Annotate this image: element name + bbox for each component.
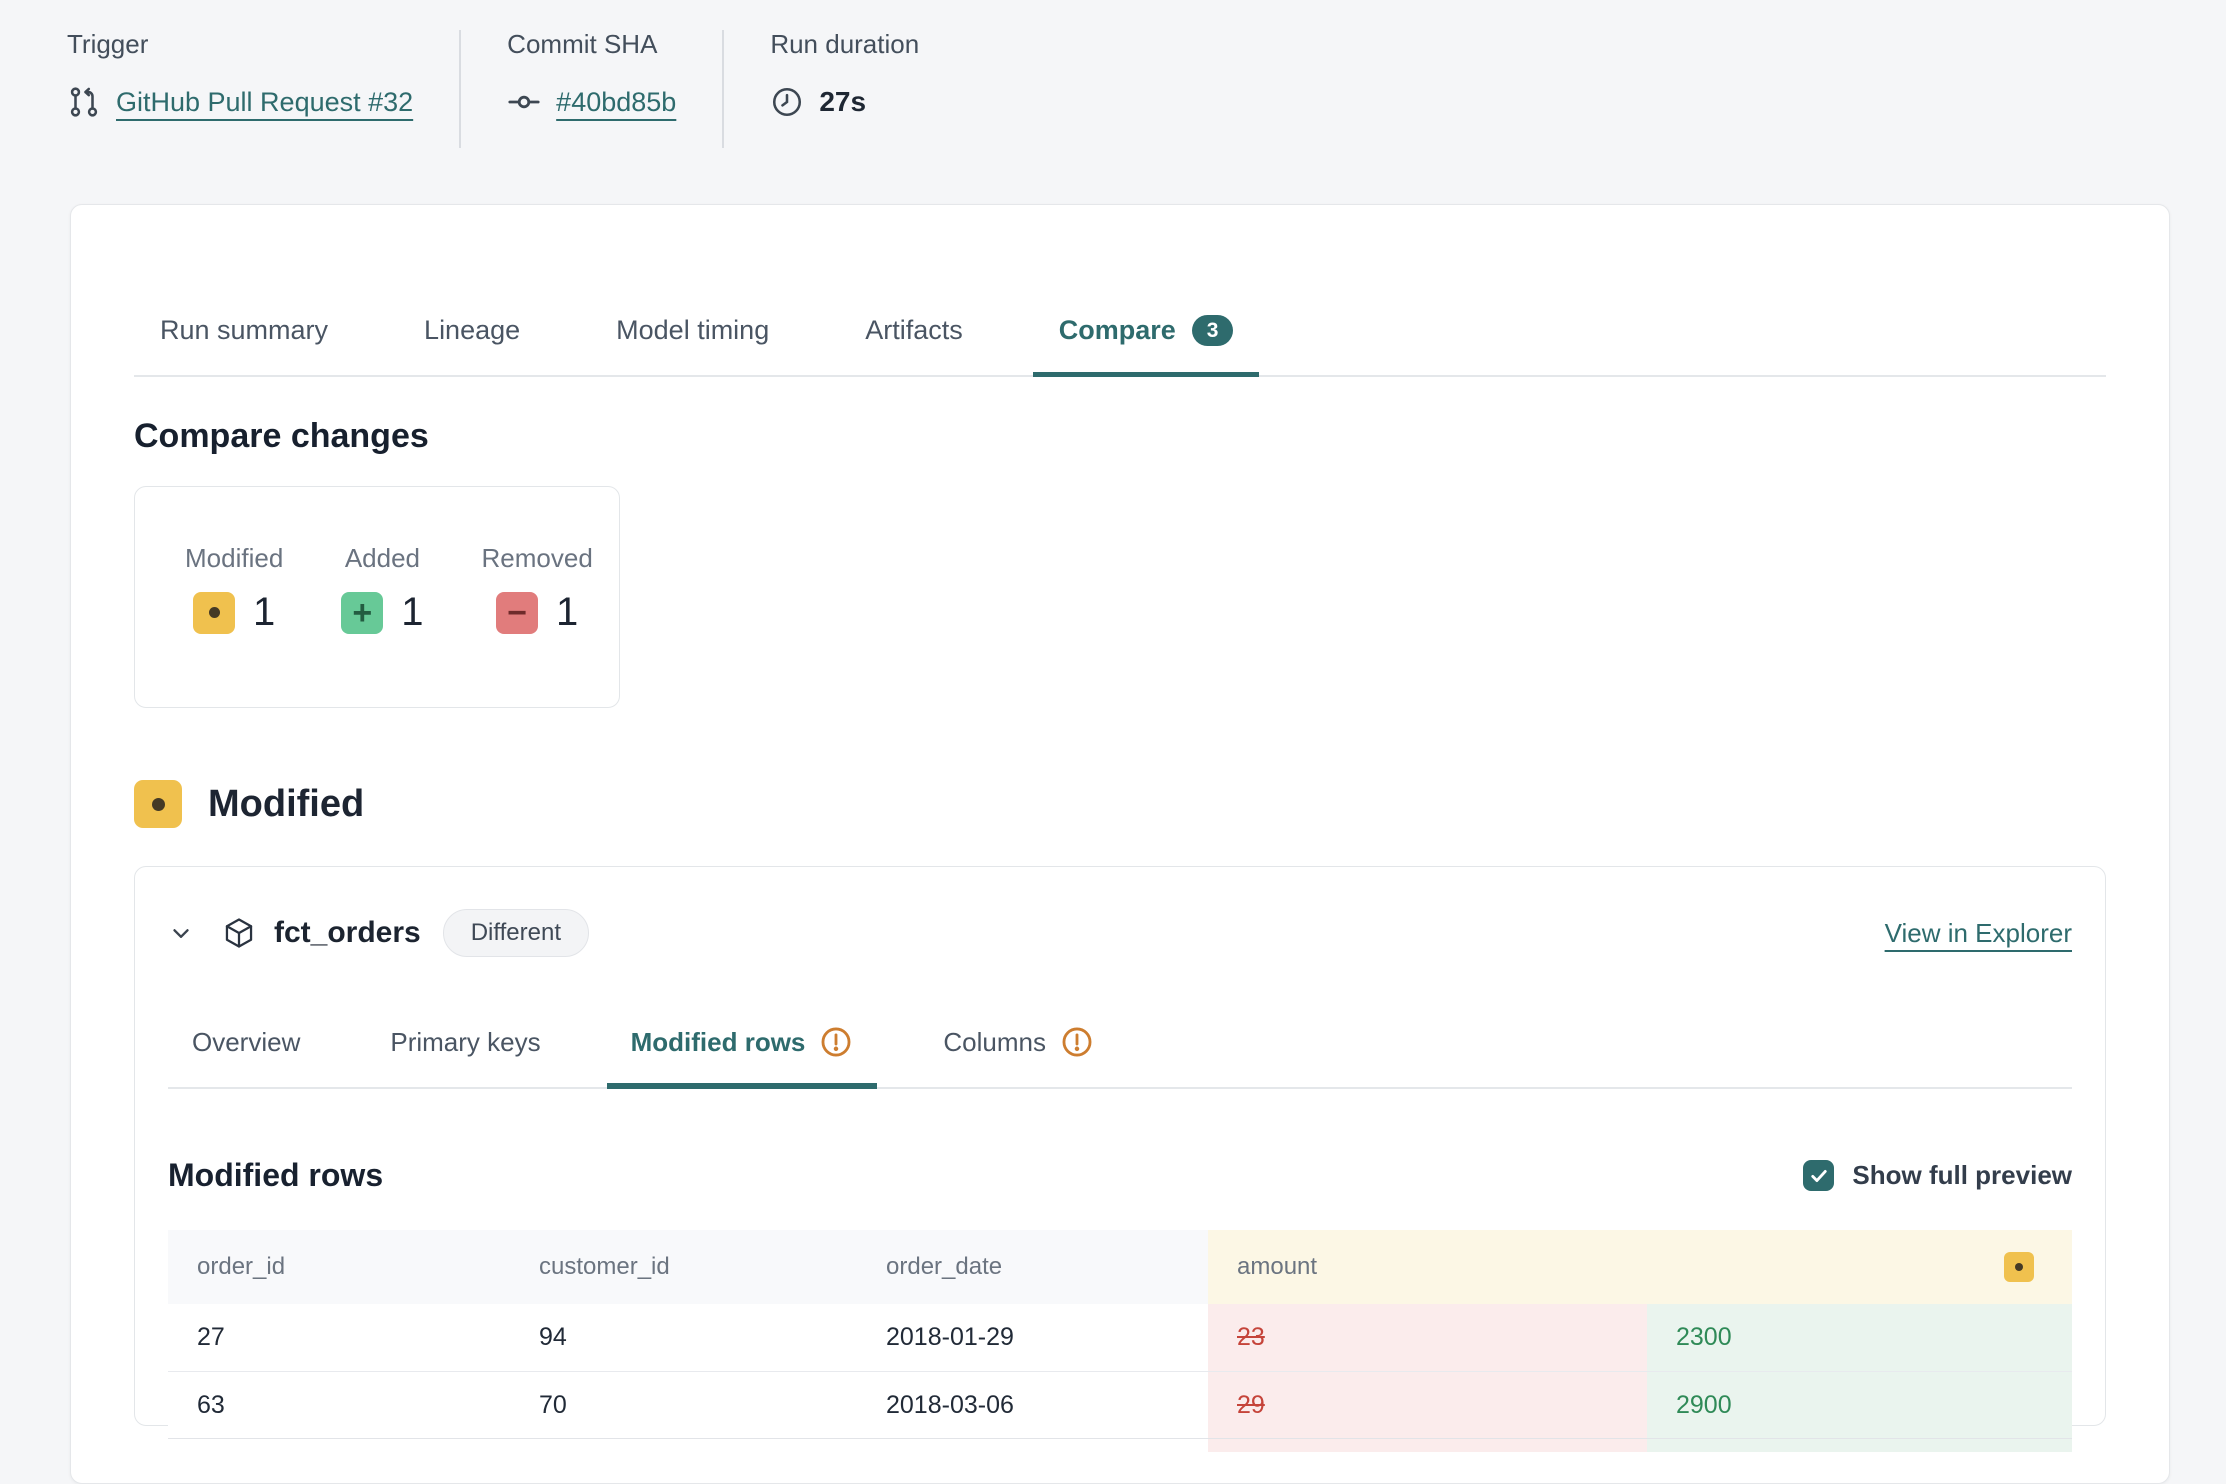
cell-amount-new: 2900 bbox=[1647, 1372, 2072, 1438]
cell-order-date: 2018-03-06 bbox=[857, 1372, 1208, 1438]
table-header-row: order_id customer_id order_date amount bbox=[168, 1230, 2072, 1304]
table-row: 27 94 2018-01-29 23 2300 bbox=[168, 1304, 2072, 1371]
column-header: order_date bbox=[857, 1230, 1208, 1304]
modified-icon bbox=[2004, 1252, 2034, 1282]
stat-removed: Removed − 1 bbox=[482, 543, 593, 707]
run-tabs: Run summary Lineage Model timing Artifac… bbox=[134, 301, 2106, 377]
removed-icon: − bbox=[496, 592, 538, 634]
column-header: customer_id bbox=[510, 1230, 857, 1304]
removed-count: 1 bbox=[556, 590, 578, 635]
added-count: 1 bbox=[401, 590, 423, 635]
table-row-clipped bbox=[168, 1438, 2072, 1452]
tab-compare[interactable]: Compare 3 bbox=[1033, 301, 1260, 377]
modified-section-title: Modified bbox=[208, 783, 364, 826]
tab-modified-rows[interactable]: Modified rows bbox=[607, 1001, 878, 1089]
column-header: order_id bbox=[168, 1230, 510, 1304]
tab-overview[interactable]: Overview bbox=[168, 1001, 324, 1089]
checkbox-checked-icon[interactable] bbox=[1803, 1160, 1834, 1191]
warning-icon bbox=[1060, 1025, 1094, 1059]
added-icon: + bbox=[341, 592, 383, 634]
cell-order-id: 63 bbox=[168, 1372, 510, 1438]
modified-icon bbox=[193, 592, 235, 634]
trigger-label: Trigger bbox=[67, 28, 413, 60]
modified-count: 1 bbox=[253, 590, 275, 635]
column-header-amount: amount bbox=[1208, 1230, 2072, 1304]
duration-value: 27s bbox=[819, 86, 866, 118]
commit-label: Commit SHA bbox=[507, 28, 676, 60]
stat-added: Added + 1 bbox=[341, 543, 423, 707]
table-row: 63 70 2018-03-06 29 2900 bbox=[168, 1371, 2072, 1438]
page-title: Compare changes bbox=[134, 417, 2106, 456]
cell-customer-id: 70 bbox=[510, 1372, 857, 1438]
model-name: fct_orders bbox=[274, 916, 421, 950]
clock-icon bbox=[770, 85, 804, 119]
status-badge: Different bbox=[443, 909, 589, 957]
cell-amount-old: 23 bbox=[1208, 1304, 1647, 1371]
view-in-explorer-link[interactable]: View in Explorer bbox=[1885, 918, 2072, 949]
chevron-down-icon[interactable] bbox=[168, 920, 194, 946]
run-meta-header: Trigger GitHub Pull Request #32 Commit S… bbox=[0, 0, 2226, 148]
model-header-row: fct_orders Different View in Explorer bbox=[168, 905, 2072, 961]
commit-column: Commit SHA #40bd85b bbox=[507, 28, 676, 124]
warning-icon bbox=[819, 1025, 853, 1059]
show-full-preview-toggle[interactable]: Show full preview bbox=[1803, 1160, 2072, 1191]
header-divider bbox=[722, 30, 724, 148]
duration-column: Run duration 27s bbox=[770, 28, 919, 124]
modified-section-header: Modified bbox=[134, 780, 2106, 828]
cell-amount-old: 29 bbox=[1208, 1372, 1647, 1438]
cell-order-date: 2018-01-29 bbox=[857, 1304, 1208, 1371]
model-tabs: Overview Primary keys Modified rows Colu… bbox=[168, 1001, 2072, 1089]
toggle-label: Show full preview bbox=[1852, 1160, 2072, 1191]
modified-rows-table: order_id customer_id order_date amount 2… bbox=[168, 1230, 2072, 1452]
tab-lineage[interactable]: Lineage bbox=[398, 301, 546, 377]
trigger-link[interactable]: GitHub Pull Request #32 bbox=[116, 87, 413, 118]
model-compare-card: fct_orders Different View in Explorer Ov… bbox=[134, 866, 2106, 1426]
stat-modified: Modified 1 bbox=[185, 543, 283, 707]
model-cube-icon bbox=[222, 916, 256, 950]
commit-link[interactable]: #40bd85b bbox=[556, 87, 676, 118]
tab-primary-keys[interactable]: Primary keys bbox=[366, 1001, 564, 1089]
commit-icon bbox=[507, 85, 541, 119]
cell-customer-id: 94 bbox=[510, 1304, 857, 1371]
change-stats-card: Modified 1 Added + 1 Removed − 1 bbox=[134, 486, 620, 708]
preview-title: Modified rows bbox=[168, 1157, 383, 1194]
pull-request-icon bbox=[67, 85, 101, 119]
trigger-column: Trigger GitHub Pull Request #32 bbox=[67, 28, 413, 124]
run-detail-card: Run summary Lineage Model timing Artifac… bbox=[70, 204, 2170, 1484]
compare-count-badge: 3 bbox=[1192, 315, 1234, 346]
cell-order-id: 27 bbox=[168, 1304, 510, 1371]
duration-label: Run duration bbox=[770, 28, 919, 60]
modified-icon bbox=[134, 780, 182, 828]
tab-artifacts[interactable]: Artifacts bbox=[839, 301, 989, 377]
cell-amount-new: 2300 bbox=[1647, 1304, 2072, 1371]
preview-header: Modified rows Show full preview bbox=[168, 1157, 2072, 1194]
tab-run-summary[interactable]: Run summary bbox=[134, 301, 354, 377]
tab-columns[interactable]: Columns bbox=[919, 1001, 1118, 1089]
header-divider bbox=[459, 30, 461, 148]
tab-model-timing[interactable]: Model timing bbox=[590, 301, 795, 377]
